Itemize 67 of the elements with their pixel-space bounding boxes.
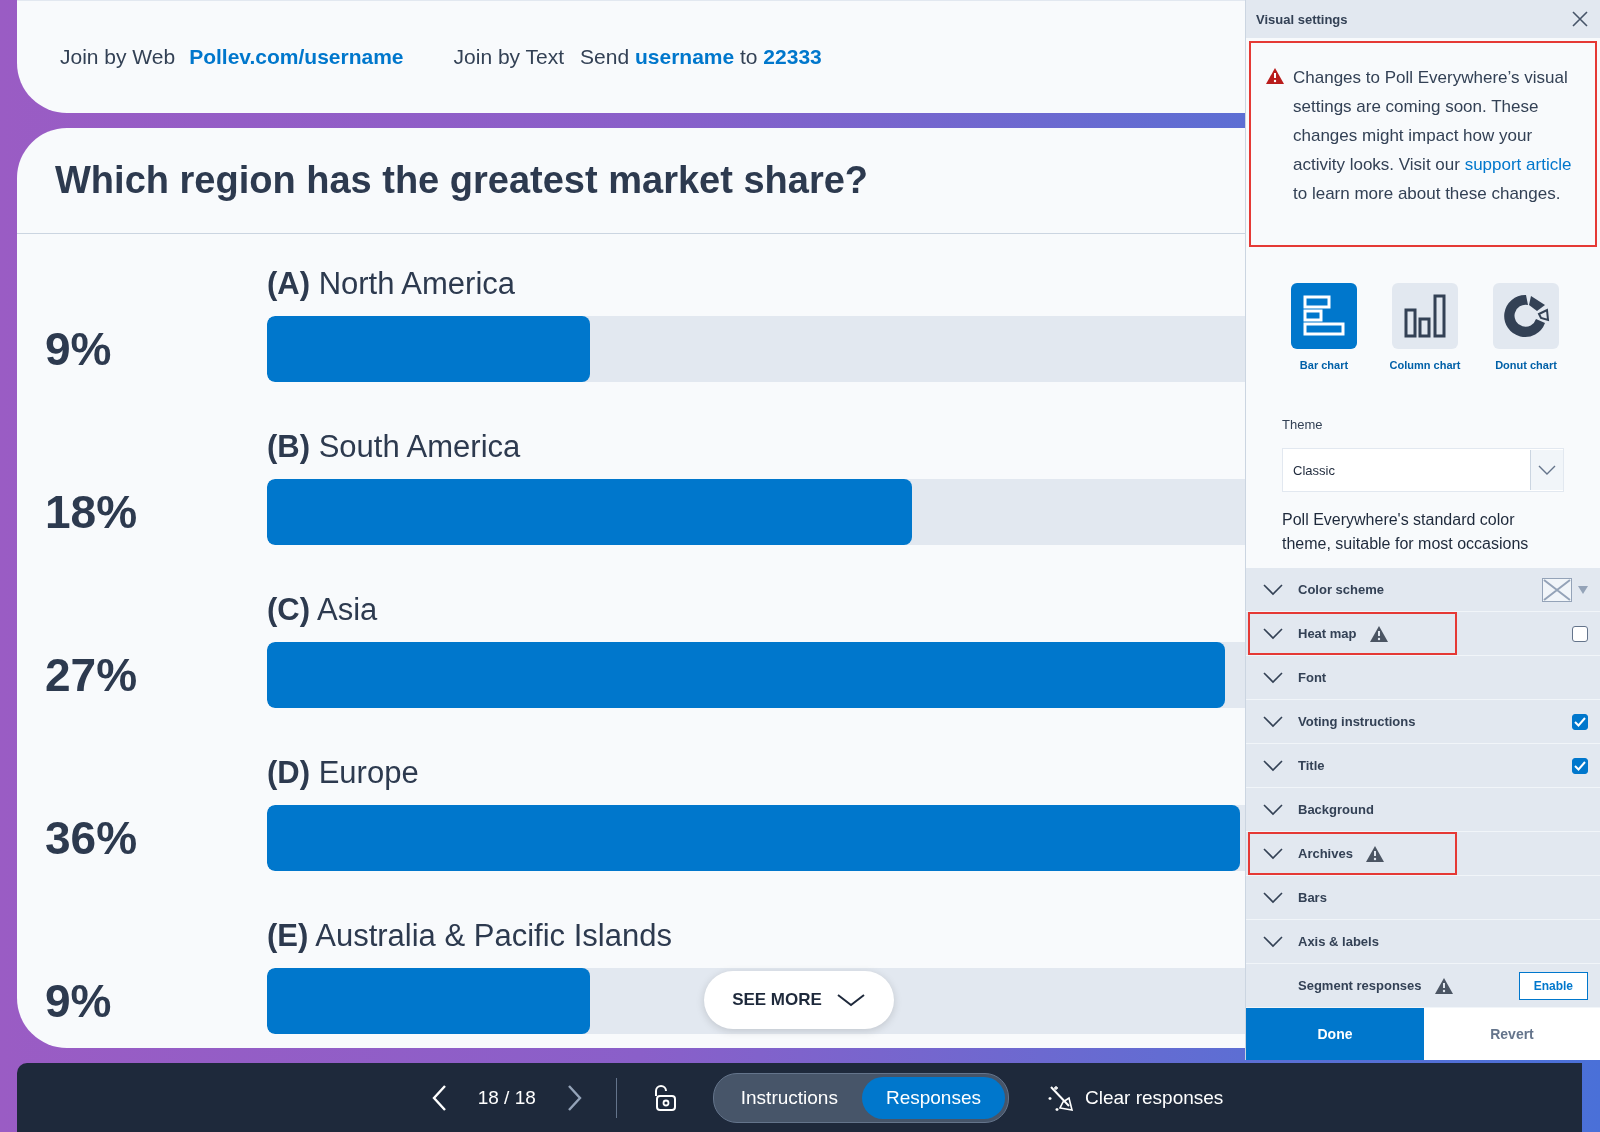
- enable-button[interactable]: Enable: [1518, 971, 1588, 1000]
- setting-label: Heat map: [1298, 626, 1357, 642]
- join-text-label: Join by Text: [453, 45, 565, 69]
- sparkle-broom-icon: [1047, 1083, 1073, 1112]
- chevron-down-icon: [835, 992, 866, 1008]
- chevron-down-icon: [1263, 935, 1283, 948]
- settings-row[interactable]: Axis & labels: [1246, 920, 1600, 965]
- checkbox[interactable]: [1572, 625, 1588, 642]
- checkbox[interactable]: [1572, 713, 1588, 730]
- warning-icon: [1265, 67, 1285, 86]
- setting-label: Bars: [1298, 890, 1327, 906]
- percent-label: 9%: [44, 322, 113, 377]
- percent-label: 36%: [44, 811, 139, 866]
- join-url-link[interactable]: Pollev.com/username: [189, 45, 404, 69]
- chevron-down-icon: [1263, 847, 1283, 860]
- settings-row[interactable]: Bars: [1246, 876, 1600, 921]
- close-icon[interactable]: [1572, 11, 1588, 28]
- chevron-down-icon: [1263, 891, 1283, 904]
- percent-label: 27%: [44, 648, 139, 703]
- percent-label: 9%: [44, 974, 113, 1029]
- see-more-button[interactable]: SEE MORE: [704, 971, 894, 1029]
- chevron-down-icon: [1263, 627, 1283, 640]
- option-label: (E) Australia & Pacific Islands: [267, 917, 672, 955]
- checkbox[interactable]: [1572, 757, 1588, 774]
- setting-label: Color scheme: [1298, 582, 1384, 598]
- chevron-down-icon: [1538, 465, 1556, 476]
- view-tab[interactable]: Instructions: [716, 1076, 862, 1119]
- settings-row[interactable]: Color scheme: [1246, 568, 1600, 613]
- chevron-down-icon: [1263, 759, 1283, 772]
- chevron-down-icon: [1263, 715, 1283, 728]
- done-button[interactable]: Done: [1246, 1008, 1424, 1060]
- chevron-down-icon: [1263, 671, 1283, 684]
- revert-button[interactable]: Revert: [1424, 1008, 1600, 1060]
- setting-label: Background: [1298, 802, 1374, 818]
- question-title: Which region has the greatest market share?: [55, 159, 868, 202]
- option-label: (D) Europe: [267, 754, 419, 792]
- setting-label: Title: [1298, 758, 1325, 774]
- clear-responses-button[interactable]: Clear responses: [1041, 1082, 1230, 1113]
- join-text-instructions: Send username to 22333: [580, 45, 822, 69]
- theme-description: Poll Everywhere's standard color theme, suitable for most occasions: [1282, 510, 1530, 555]
- settings-row[interactable]: Background: [1246, 788, 1600, 833]
- settings-row[interactable]: Archives: [1246, 832, 1600, 877]
- option-label: (B) South America: [267, 428, 521, 466]
- settings-row[interactable]: Title: [1246, 744, 1600, 789]
- support-article-link[interactable]: support article: [1464, 155, 1572, 175]
- option-label: (C) Asia: [267, 591, 378, 629]
- setting-label: Segment responses: [1298, 978, 1422, 994]
- settings-row[interactable]: Font: [1246, 656, 1600, 701]
- join-web-label: Join by Web: [60, 45, 176, 69]
- color-swatch-icon[interactable]: [1542, 577, 1572, 602]
- warning-message: Changes to Poll Everywhere’s visual settings are coming soon. These changes might impact how your activity looks. Visit our support article to learn more about these changes.: [1293, 67, 1573, 206]
- theme-label: Theme: [1282, 417, 1324, 433]
- panel-title: Visual settings: [1256, 11, 1348, 27]
- setting-label: Archives: [1298, 846, 1353, 862]
- chevron-down-icon: [1263, 803, 1283, 816]
- setting-label: Font: [1298, 670, 1327, 686]
- settings-row[interactable]: Heat map: [1246, 612, 1600, 657]
- theme-dropdown[interactable]: Classic: [1282, 448, 1564, 493]
- dropdown-caret-icon: [1578, 584, 1588, 595]
- settings-row[interactable]: Voting instructions: [1246, 700, 1600, 745]
- percent-label: 18%: [44, 485, 139, 540]
- chevron-down-icon: [1263, 583, 1283, 596]
- option-label: (A) North America: [267, 265, 516, 303]
- setting-label: Axis & labels: [1298, 934, 1379, 950]
- view-tab[interactable]: Responses: [861, 1076, 1005, 1119]
- setting-label: Voting instructions: [1298, 714, 1416, 730]
- page-counter: 18 / 18: [477, 1086, 536, 1109]
